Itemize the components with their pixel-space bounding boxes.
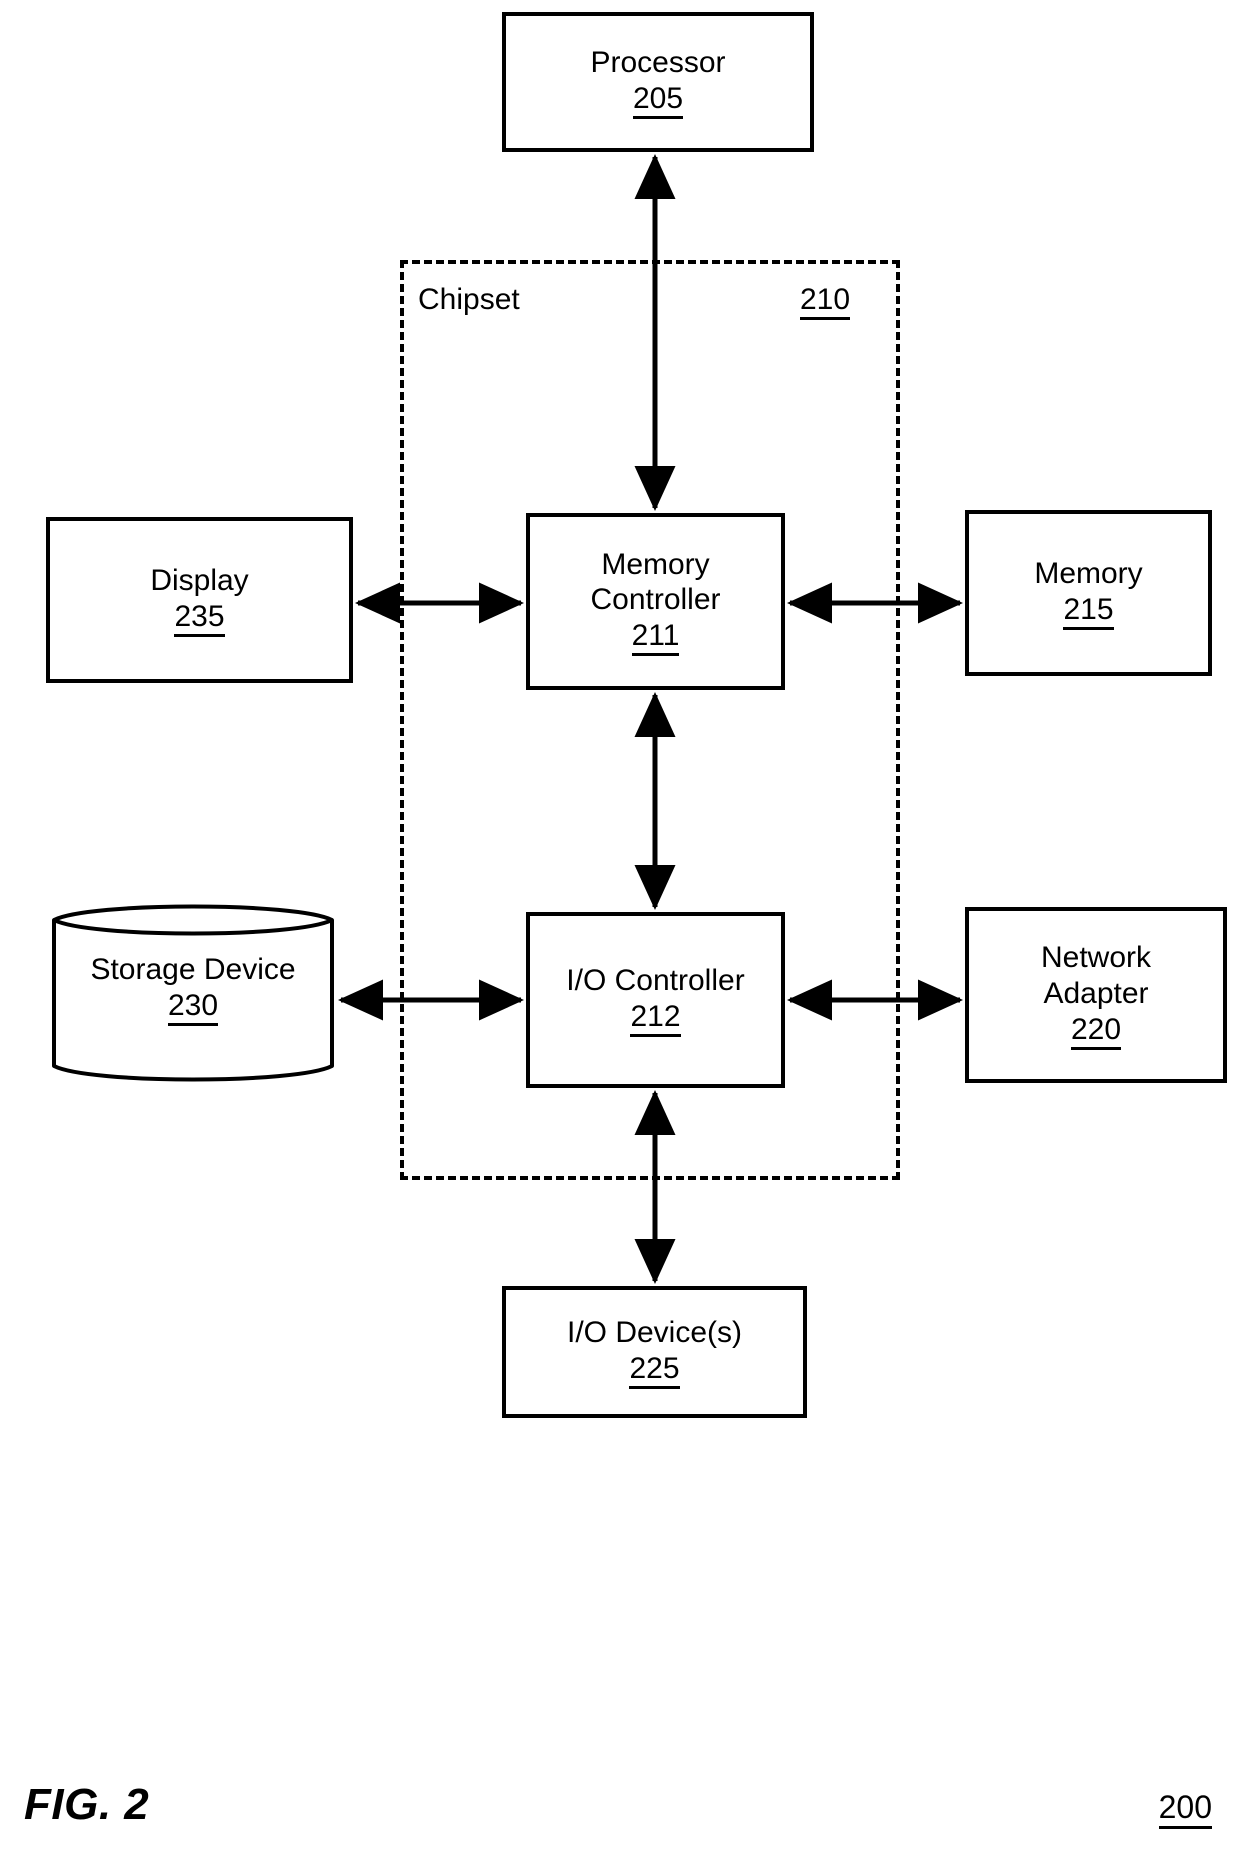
node-io-controller[interactable]: I/O Controller 212 — [526, 912, 785, 1088]
chipset-label: Chipset — [418, 283, 520, 316]
figure-reference-numeral: 200 — [1158, 1788, 1212, 1830]
node-memory-label: Memory — [1034, 556, 1143, 590]
node-display-ref: 235 — [174, 600, 225, 638]
node-display[interactable]: Display 235 — [46, 517, 353, 683]
chipset-reference-numeral: 210 — [800, 281, 851, 320]
node-memory-ref: 215 — [1063, 593, 1114, 631]
figure-caption: FIG. 2 — [24, 1780, 150, 1829]
figure-ref-number: 200 — [1158, 1789, 1212, 1830]
node-io-devices-ref: 225 — [629, 1352, 680, 1390]
node-processor-label: Processor — [590, 45, 726, 79]
node-io-devices[interactable]: I/O Device(s) 225 — [502, 1286, 807, 1418]
node-storage-device-text: Storage Device 230 — [50, 952, 336, 1027]
node-storage-device[interactable]: Storage Device 230 — [50, 900, 336, 1086]
node-io-controller-label: I/O Controller — [566, 963, 745, 997]
node-memory-controller-label: Memory Controller — [590, 547, 721, 616]
node-network-adapter-ref: 220 — [1070, 1013, 1122, 1050]
node-network-adapter[interactable]: Network Adapter 220 — [965, 907, 1227, 1083]
node-display-label: Display — [150, 563, 249, 597]
node-memory-controller-ref: 211 — [631, 619, 680, 657]
node-processor-ref: 205 — [632, 82, 684, 120]
node-memory-controller[interactable]: Memory Controller 211 — [526, 513, 785, 690]
node-memory[interactable]: Memory 215 — [965, 510, 1212, 676]
node-io-controller-ref: 212 — [630, 1000, 681, 1038]
figure-canvas: Chipset 210 Processor 205 Memory Control… — [0, 0, 1240, 1862]
node-io-devices-label: I/O Device(s) — [566, 1315, 743, 1349]
node-storage-device-label: Storage Device — [90, 953, 296, 986]
node-processor[interactable]: Processor 205 — [502, 12, 814, 152]
node-storage-device-ref: 230 — [167, 989, 219, 1027]
node-network-adapter-label: Network Adapter — [1040, 941, 1152, 1010]
chipset-ref-number: 210 — [800, 283, 851, 320]
